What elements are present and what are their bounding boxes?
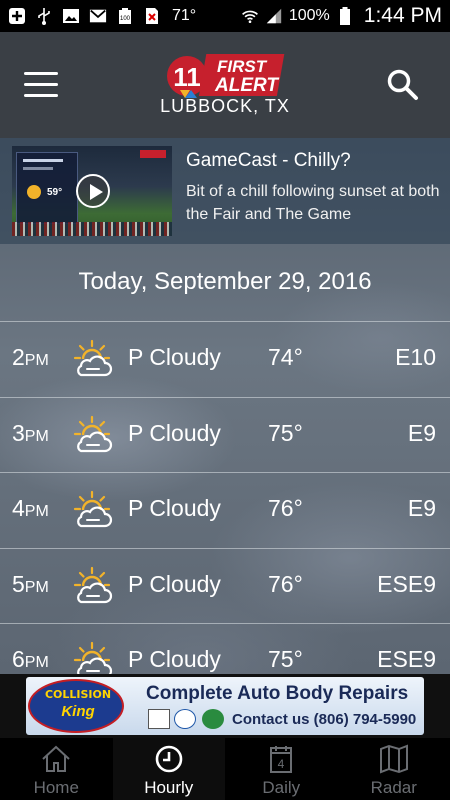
- stadium-crowd: [12, 222, 172, 236]
- map-icon: [379, 744, 408, 774]
- status-icons-left: 100 71°: [8, 7, 196, 25]
- hourly-row[interactable]: 4PM P Cloudy 76° E9: [0, 472, 450, 548]
- hourly-list: 2PM P Cloudy 74° E10 3PM P Cloudy 75° E9…: [0, 321, 450, 699]
- thumb-logo: [140, 150, 166, 158]
- certification-logo: [174, 709, 196, 729]
- hour-time: 2PM: [12, 344, 49, 370]
- video-thumbnail[interactable]: 59°: [12, 146, 172, 236]
- hour-time: 3PM: [12, 419, 49, 446]
- battery-level-icon: [336, 7, 354, 25]
- ad-brand-bottom: King: [61, 703, 95, 720]
- ad-brand-top: COLLISION: [44, 688, 112, 701]
- calendar-icon: 4: [270, 746, 293, 773]
- hour-wind: E9: [407, 495, 436, 521]
- nav-radar[interactable]: Radar: [338, 738, 450, 800]
- app-header: 11 FIRST ALERT LUBBOCK, TX: [0, 32, 450, 138]
- hour-condition: P Cloudy: [128, 419, 221, 446]
- ad-headline: Complete Auto Body Repairs: [146, 683, 409, 704]
- news-text: GameCast - Chilly? Bit of a chill follow…: [186, 150, 446, 226]
- hour-temperature: 76°: [268, 495, 303, 521]
- search-button[interactable]: [386, 68, 420, 102]
- partly-cloudy-icon: [72, 489, 114, 531]
- hamburger-icon-line: [24, 83, 58, 86]
- hourly-row[interactable]: 2PM P Cloudy 74° E10: [0, 321, 450, 397]
- bottom-nav: Home Hourly 4 Daily Radar: [0, 738, 450, 800]
- nav-radar-label: Radar: [370, 778, 417, 797]
- collision-king-ad[interactable]: COLLISION King Complete Auto Body Repair…: [26, 677, 424, 735]
- partly-cloudy-icon: [72, 414, 114, 456]
- partly-cloudy-icon: [72, 565, 114, 607]
- news-card[interactable]: 59° GameCast - Chilly? Bit of a chill fo…: [0, 138, 450, 244]
- home-icon: [42, 745, 70, 772]
- nav-daily[interactable]: 4 Daily: [225, 738, 338, 800]
- usb-icon: [35, 7, 53, 25]
- ad-banner: COLLISION King Complete Auto Body Repair…: [0, 674, 450, 738]
- thumb-title-line: [23, 159, 63, 162]
- nav-hourly-label: Hourly: [144, 778, 194, 797]
- sun-icon: [27, 185, 41, 199]
- hour-time: 6PM: [12, 646, 49, 672]
- news-summary: Bit of a chill following sunset at both …: [186, 183, 440, 223]
- battery-percent: 100%: [288, 7, 330, 24]
- status-time: 1:44 PM: [363, 4, 442, 27]
- battery-icon: 100: [116, 7, 134, 25]
- status-icons-right: 100% 1:44 PM: [241, 4, 442, 28]
- logo-text-alert: ALERT: [214, 75, 279, 96]
- certification-logo: [202, 709, 224, 729]
- logo-number: 11: [173, 62, 201, 92]
- news-title[interactable]: GameCast - Chilly?: [186, 150, 446, 172]
- image-icon: [62, 7, 80, 25]
- hour-temperature: 74°: [268, 344, 303, 370]
- partly-cloudy-icon: [72, 338, 114, 380]
- nav-daily-label: Daily: [262, 778, 301, 797]
- no-sim-icon: [143, 7, 161, 25]
- hour-wind: E9: [407, 419, 436, 446]
- wifi-icon: [241, 7, 259, 25]
- plus-icon: [8, 7, 26, 25]
- hamburger-icon-line: [24, 72, 58, 75]
- hour-condition: P Cloudy: [128, 495, 221, 521]
- status-temperature: 71°: [172, 7, 197, 24]
- thumb-subtitle-line: [23, 167, 53, 170]
- search-icon: [387, 69, 418, 100]
- hourly-row[interactable]: 3PM P Cloudy 75° E9: [0, 396, 450, 473]
- ad-logo: COLLISION King: [28, 679, 124, 733]
- nav-hourly[interactable]: Hourly: [112, 738, 225, 800]
- city-label: LUBBOCK, TX: [160, 96, 290, 116]
- hour-condition: P Cloudy: [128, 570, 221, 597]
- nav-home[interactable]: Home: [0, 738, 113, 800]
- ad-phone: Contact us (806) 794-5990: [232, 711, 417, 728]
- play-icon[interactable]: [76, 174, 110, 208]
- hour-wind: E10: [395, 344, 436, 370]
- hour-condition: P Cloudy: [128, 646, 221, 672]
- certification-logo: [148, 709, 170, 729]
- hour-wind: ESE9: [377, 646, 436, 672]
- date-heading: Today, September 29, 2016: [78, 268, 372, 295]
- status-bar: 100 71° 100% 1:44 PM: [0, 0, 450, 32]
- hour-time: 5PM: [12, 570, 49, 597]
- svg-text:100: 100: [120, 16, 131, 22]
- logo-text-first: FIRST: [217, 57, 268, 76]
- thumb-temperature: 59°: [47, 187, 63, 198]
- clock-icon: [155, 745, 183, 773]
- signal-icon: [265, 7, 283, 25]
- menu-button[interactable]: [24, 72, 58, 98]
- forecast-graphic: 59°: [16, 152, 78, 224]
- hour-wind: ESE9: [377, 570, 436, 597]
- gmail-icon: [89, 7, 107, 25]
- hour-temperature: 76°: [268, 570, 303, 597]
- calendar-day: 4: [278, 757, 285, 771]
- hourly-row[interactable]: 5PM P Cloudy 76° ESE9: [0, 547, 450, 624]
- nav-home-label: Home: [33, 778, 79, 797]
- hour-condition: P Cloudy: [128, 344, 221, 370]
- hour-temperature: 75°: [268, 419, 303, 446]
- hour-time: 4PM: [12, 495, 49, 521]
- hour-temperature: 75°: [268, 646, 303, 672]
